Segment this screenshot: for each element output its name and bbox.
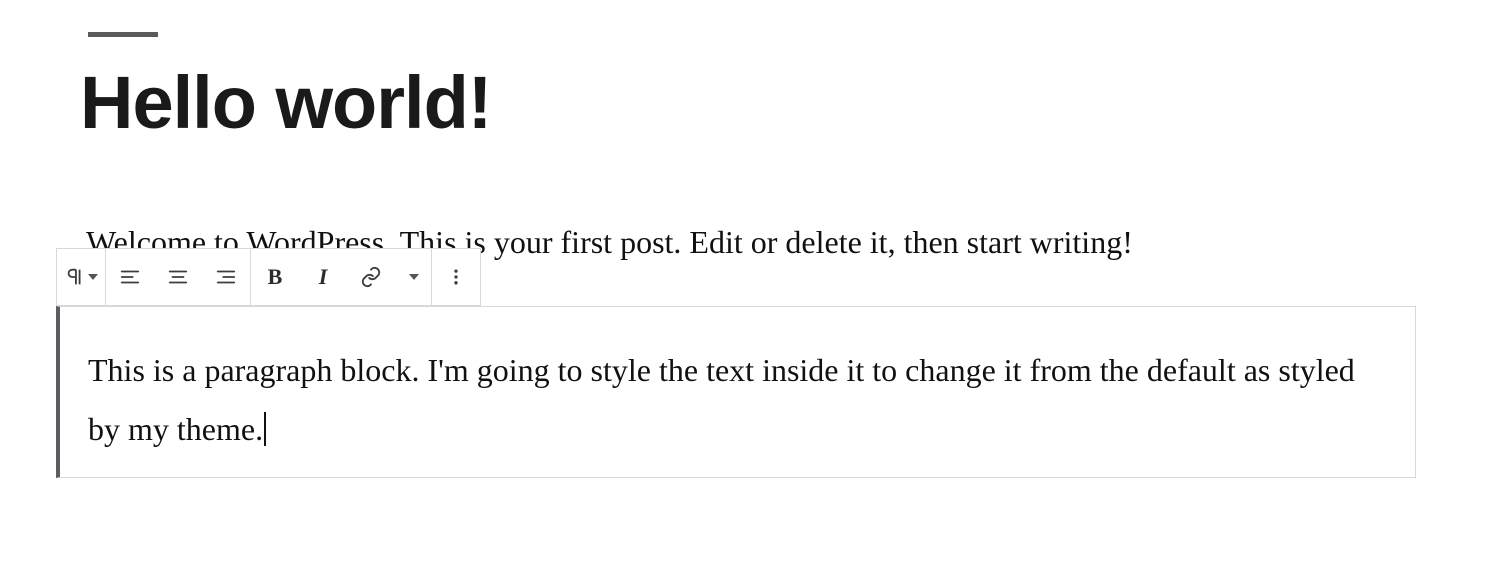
align-right-icon bbox=[215, 266, 237, 288]
bold-button[interactable]: B bbox=[251, 249, 299, 305]
align-center-button[interactable] bbox=[154, 249, 202, 305]
post-title[interactable]: Hello world! bbox=[80, 60, 491, 145]
paragraph-block-text[interactable]: This is a paragraph block. I'm going to … bbox=[88, 352, 1355, 447]
italic-button[interactable]: I bbox=[299, 249, 347, 305]
chevron-down-icon bbox=[88, 274, 98, 280]
more-vertical-icon bbox=[446, 266, 466, 288]
more-rich-text-button[interactable] bbox=[395, 249, 431, 305]
align-left-icon bbox=[119, 266, 141, 288]
block-toolbar: B I bbox=[56, 248, 481, 306]
bold-icon: B bbox=[268, 264, 283, 290]
link-button[interactable] bbox=[347, 249, 395, 305]
text-caret bbox=[264, 412, 266, 446]
toolbar-group-block-type bbox=[56, 248, 105, 306]
link-icon bbox=[360, 266, 382, 288]
chevron-down-icon bbox=[409, 274, 419, 280]
toolbar-group-align bbox=[105, 248, 250, 306]
paragraph-block[interactable]: This is a paragraph block. I'm going to … bbox=[56, 306, 1416, 478]
block-type-button[interactable] bbox=[57, 249, 105, 305]
align-center-icon bbox=[167, 266, 189, 288]
pilcrow-icon bbox=[64, 266, 86, 288]
toolbar-group-format: B I bbox=[250, 248, 431, 306]
more-options-button[interactable] bbox=[432, 249, 480, 305]
align-left-button[interactable] bbox=[106, 249, 154, 305]
italic-icon: I bbox=[319, 264, 328, 290]
align-right-button[interactable] bbox=[202, 249, 250, 305]
title-separator bbox=[88, 32, 158, 37]
toolbar-group-more bbox=[431, 248, 481, 306]
